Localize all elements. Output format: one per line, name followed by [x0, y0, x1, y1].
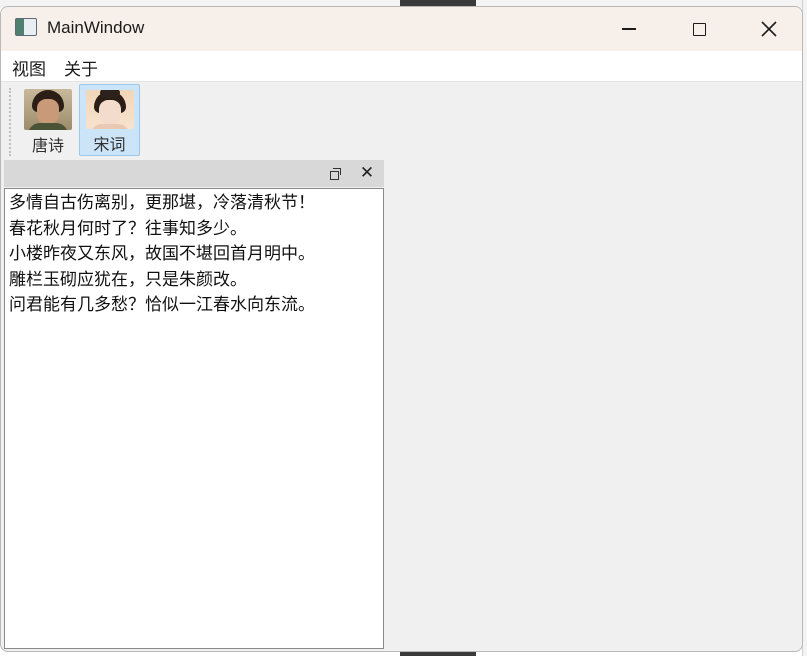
menu-about[interactable]: 关于 — [62, 55, 100, 80]
menu-view[interactable]: 视图 — [10, 55, 48, 80]
toolbar-button-label: 唐诗 — [31, 136, 64, 155]
minimize-icon — [622, 28, 636, 30]
close-button[interactable] — [734, 7, 802, 51]
toolbar-grip-handle[interactable] — [9, 88, 13, 156]
toolbar-button-label: 宋词 — [93, 135, 126, 154]
toolbar-button-song-ci[interactable]: 宋词 — [79, 84, 140, 156]
dock-widget: ✕ 多情自古伤离别，更那堪，冷落清秋节！ 春花秋月何时了？往事知多少。 小楼昨夜… — [4, 160, 384, 649]
minimize-button[interactable] — [594, 7, 664, 51]
menu-bar: 视图 关于 — [1, 51, 802, 81]
tool-bar: 唐诗 宋词 — [1, 81, 802, 160]
window-title: MainWindow — [47, 18, 145, 37]
poem-line: 小楼昨夜又东风，故国不堪回首月明中。 — [9, 244, 315, 264]
poem-line: 问君能有几多愁？恰似一江春水向东流。 — [9, 295, 315, 315]
dock-close-button[interactable]: ✕ — [358, 163, 376, 183]
title-bar[interactable]: MainWindow — [1, 7, 802, 51]
main-window: MainWindow 视图 关于 唐诗 宋词 ✕ 多情自古伤离别，更那堪，冷落清… — [0, 6, 803, 652]
song-poet-portrait-icon — [85, 90, 134, 129]
dock-title-bar[interactable]: ✕ — [4, 160, 384, 187]
app-window-icon — [15, 18, 37, 36]
poem-line: 春花秋月何时了？往事知多少。 — [9, 218, 247, 239]
float-button[interactable] — [329, 167, 343, 181]
maximize-button[interactable] — [664, 7, 734, 51]
poem-line: 多情自古伤离别，更那堪，冷落清秋节！ — [9, 193, 315, 213]
maximize-icon — [692, 22, 706, 36]
toolbar-button-tang-poems[interactable]: 唐诗 — [19, 84, 77, 156]
tang-poet-portrait-icon — [24, 89, 72, 130]
poem-text-area[interactable]: 多情自古伤离别，更那堪，冷落清秋节！ 春花秋月何时了？往事知多少。 小楼昨夜又东… — [4, 188, 384, 649]
close-icon — [761, 21, 777, 37]
poem-line: 雕栏玉砌应犹在，只是朱颜改。 — [9, 269, 247, 290]
